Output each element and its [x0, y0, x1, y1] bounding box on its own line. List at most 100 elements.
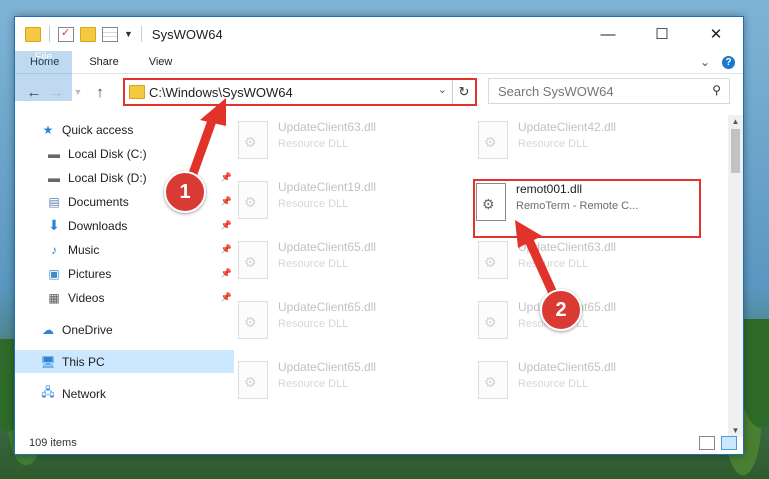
search-box[interactable]: ⚲: [488, 78, 730, 104]
file-name: UpdateClient65.dll: [278, 360, 377, 374]
dll-file-icon: [478, 121, 508, 159]
nav-item-label: Videos: [68, 290, 105, 305]
file-description: Resource DLL: [518, 138, 589, 150]
file-item[interactable]: UpdateClient65.dll Resource DLL: [232, 235, 462, 285]
vertical-scrollbar[interactable]: ▲ ▼: [728, 115, 743, 437]
file-item[interactable]: UpdateClient63.dll Resource DLL: [472, 235, 702, 285]
nav-item-label: Documents: [68, 194, 129, 209]
step-2-badge: 2: [540, 289, 582, 331]
file-name: UpdateClient65.dll: [518, 360, 617, 374]
tab-share[interactable]: Share: [74, 51, 133, 73]
nav-item-label: This PC: [62, 354, 105, 369]
file-name: UpdateClient65.dll: [278, 300, 377, 314]
nav-item-downloads[interactable]: ⬇ Downloads 📌: [15, 214, 240, 237]
file-item[interactable]: UpdateClient65.dll Resource DLL: [472, 295, 702, 345]
status-bar: 109 items: [15, 432, 743, 454]
help-icon[interactable]: ?: [722, 55, 735, 69]
dll-file-icon: [478, 241, 508, 279]
search-icon: ⚲: [712, 83, 721, 97]
nav-item-label: Pictures: [68, 266, 112, 281]
ribbon-tabs: File Home Share View ⌄ ?: [15, 51, 743, 101]
drive-icon: ▬: [48, 170, 60, 185]
navigation-pane: ★ Quick access ▬ Local Disk (C:) ▬ Local…: [15, 115, 234, 415]
file-name: UpdateClient63.dll: [518, 240, 617, 254]
up-arrow-icon[interactable]: ↑: [89, 84, 111, 101]
file-item[interactable]: UpdateClient65.dll Resource DLL: [232, 295, 462, 345]
recent-locations-chevron-icon[interactable]: ▼: [67, 87, 89, 97]
nav-item-label: Quick access: [62, 122, 134, 137]
nav-item-local-disk-c[interactable]: ▬ Local Disk (C:): [15, 142, 240, 165]
pictures-icon: ▣: [48, 266, 60, 281]
step-1-badge: 1: [164, 171, 206, 213]
scroll-up-icon[interactable]: ▲: [728, 117, 743, 126]
title-bar[interactable]: ▼ SysWOW64 — ☐ ✕: [15, 17, 743, 51]
nav-item-pictures[interactable]: ▣ Pictures 📌: [15, 262, 240, 285]
explorer-window: ▼ SysWOW64 — ☐ ✕ File Home Share View ⌄ …: [14, 16, 744, 455]
new-folder-icon[interactable]: [80, 26, 96, 42]
file-list: UpdateClient63.dll Resource DLL UpdateCl…: [212, 115, 725, 419]
file-item[interactable]: UpdateClient65.dll Resource DLL: [472, 355, 702, 405]
forward-arrow-icon[interactable]: →: [45, 84, 67, 101]
videos-icon: ▦: [48, 290, 60, 305]
star-icon: ★: [42, 122, 54, 137]
nav-item-music[interactable]: ♪ Music 📌: [15, 238, 240, 261]
address-bar[interactable]: C:\Windows\SysWOW64 ⌄ ↻: [123, 78, 477, 106]
nav-item-label: Local Disk (D:): [68, 170, 147, 185]
folder-icon: [25, 26, 41, 42]
nav-item-videos[interactable]: ▦ Videos 📌: [15, 286, 240, 309]
nav-item-quick-access[interactable]: ★ Quick access: [15, 118, 234, 141]
nav-item-this-pc[interactable]: 🖥 This PC: [15, 350, 234, 373]
refresh-icon[interactable]: ↻: [452, 80, 475, 104]
address-path[interactable]: C:\Windows\SysWOW64: [149, 85, 293, 100]
quick-access-toolbar: ▼: [25, 26, 144, 42]
file-description: Resource DLL: [278, 138, 349, 150]
dll-file-icon: [238, 301, 268, 339]
file-description: Resource DLL: [278, 258, 349, 270]
file-item[interactable]: UpdateClient63.dll Resource DLL: [232, 115, 462, 165]
scrollbar-thumb[interactable]: [731, 129, 740, 173]
dll-file-icon: [478, 301, 508, 339]
dll-file-icon: [238, 241, 268, 279]
tab-view[interactable]: View: [134, 51, 188, 73]
tiles-view-icon[interactable]: [721, 436, 737, 450]
close-button[interactable]: ✕: [689, 17, 743, 51]
properties-icon[interactable]: [102, 26, 118, 42]
file-item[interactable]: UpdateClient42.dll Resource DLL: [472, 115, 702, 165]
file-name: UpdateClient19.dll: [278, 180, 377, 194]
download-icon: ⬇: [48, 217, 60, 233]
back-arrow-icon[interactable]: ←: [23, 84, 45, 101]
item-count: 109 items: [29, 437, 77, 449]
file-name: UpdateClient42.dll: [518, 120, 617, 134]
dll-file-icon: [238, 121, 268, 159]
file-description: Resource DLL: [518, 258, 589, 270]
nav-item-label: Local Disk (C:): [68, 146, 147, 161]
expand-ribbon-chevron-icon[interactable]: ⌄: [700, 55, 710, 69]
address-history-chevron-icon[interactable]: ⌄: [438, 83, 447, 96]
nav-item-local-disk-d[interactable]: ▬ Local Disk (D:) 📌: [15, 166, 240, 189]
nav-item-documents[interactable]: ▤ Documents 📌: [15, 190, 240, 213]
nav-item-label: Network: [62, 386, 107, 401]
documents-icon: ▤: [48, 194, 60, 209]
drive-icon: ▬: [48, 146, 60, 161]
maximize-button[interactable]: ☐: [635, 17, 689, 51]
music-icon: ♪: [51, 242, 57, 257]
nav-item-onedrive[interactable]: ☁ OneDrive: [15, 318, 234, 341]
file-item[interactable]: UpdateClient19.dll Resource DLL: [232, 175, 462, 225]
properties-check-icon[interactable]: [58, 26, 74, 42]
minimize-button[interactable]: —: [581, 17, 635, 51]
file-description: Resource DLL: [278, 198, 349, 210]
divider: [49, 26, 50, 42]
window-title: SysWOW64: [151, 26, 223, 42]
customize-toolbar-chevron-icon[interactable]: ▼: [124, 29, 133, 39]
highlight-box: [473, 179, 701, 238]
file-item[interactable]: UpdateClient65.dll Resource DLL: [232, 355, 462, 405]
file-description: Resource DLL: [278, 318, 349, 330]
file-description: Resource DLL: [518, 378, 589, 390]
network-icon: 🖧: [41, 385, 55, 399]
search-input[interactable]: [496, 82, 700, 100]
computer-icon: 🖥: [40, 354, 56, 369]
nav-item-network[interactable]: 🖧 Network: [15, 382, 234, 405]
details-view-icon[interactable]: [699, 436, 715, 450]
folder-icon: [129, 85, 145, 99]
nav-item-label: Music: [68, 242, 100, 257]
